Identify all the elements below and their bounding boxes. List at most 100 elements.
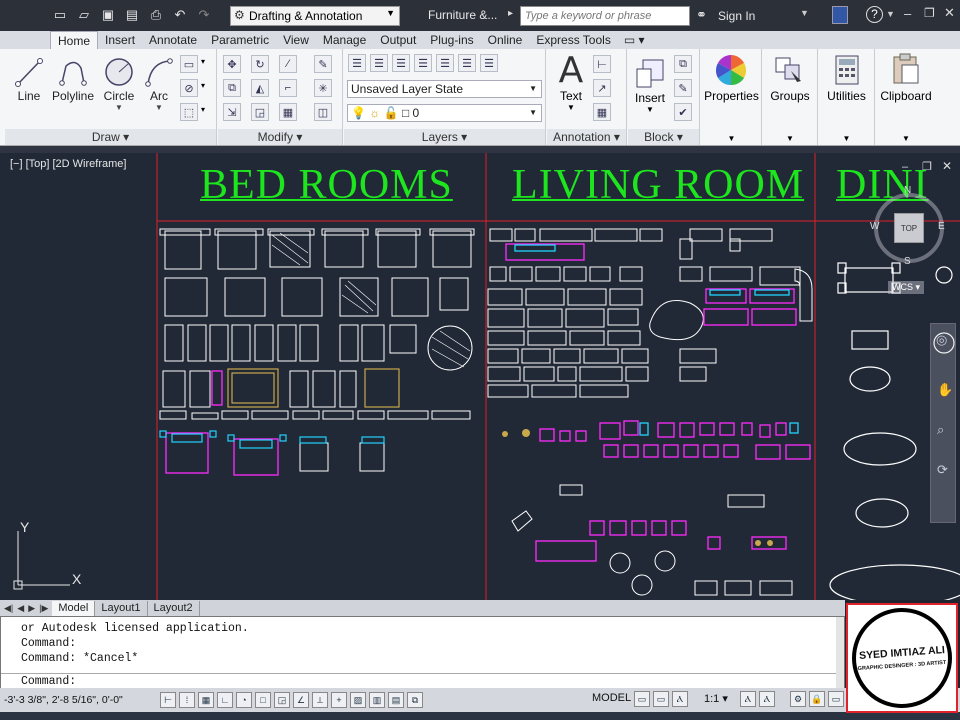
layer-state-select[interactable]: Unsaved Layer State ▼ xyxy=(347,80,542,98)
annotation-panel-title[interactable]: Annotation ▾ xyxy=(547,129,626,145)
explode-icon[interactable]: ✳ xyxy=(314,79,332,97)
pan-icon[interactable]: ✋ xyxy=(937,382,953,398)
move-icon[interactable]: ✥ xyxy=(223,55,241,73)
offset-icon[interactable]: ◫ xyxy=(314,103,332,121)
line-tool[interactable]: Line xyxy=(5,55,53,103)
steering-wheel-icon[interactable]: ◎ xyxy=(936,332,947,348)
polar-icon[interactable]: ◔ xyxy=(236,692,252,708)
mirror-icon[interactable]: ◭ xyxy=(251,79,269,97)
rotate-icon[interactable]: ↻ xyxy=(251,55,269,73)
layer-match-icon[interactable]: ☰ xyxy=(370,54,388,72)
first-layout-icon[interactable]: ◀| xyxy=(4,603,13,614)
copy-icon[interactable]: ⧉ xyxy=(223,79,241,97)
chevron-down-icon[interactable]: ▼ xyxy=(135,103,183,112)
chevron-down-icon[interactable]: ▼ xyxy=(800,8,809,18)
block-panel-title[interactable]: Block ▾ xyxy=(628,129,699,145)
annotation-scale-icon[interactable]: Ⲁ xyxy=(672,691,688,707)
tab-online[interactable]: Online xyxy=(481,31,530,49)
stretch-icon[interactable]: ⇲ xyxy=(223,103,241,121)
tab-insert[interactable]: Insert xyxy=(98,31,142,49)
lineweight-icon[interactable]: ▨ xyxy=(350,692,366,708)
viewcube-top-face[interactable]: TOP xyxy=(894,213,924,243)
chevron-down-icon[interactable]: ▼ xyxy=(886,9,895,19)
command-input[interactable]: Command: xyxy=(1,673,839,689)
clean-screen-icon[interactable]: ▭ xyxy=(828,691,844,707)
tab-home[interactable]: Home xyxy=(50,31,99,49)
layer-isolate-icon[interactable]: ☰ xyxy=(436,54,454,72)
layers-panel-title[interactable]: Layers ▾ xyxy=(344,129,545,145)
hatch-icon[interactable]: ⊘ xyxy=(180,79,198,97)
compass-east[interactable]: E xyxy=(938,221,945,232)
last-layout-icon[interactable]: |▶ xyxy=(39,603,48,614)
close-icon[interactable]: ✕ xyxy=(944,5,955,21)
annotation-scale[interactable]: 1:1 ▾ xyxy=(704,692,728,705)
layer-state-icon[interactable]: ☰ xyxy=(414,54,432,72)
text-tool[interactable]: A Text ▼ xyxy=(553,53,589,113)
tab-manage[interactable]: Manage xyxy=(316,31,373,49)
prev-layout-icon[interactable]: ◀ xyxy=(17,603,24,614)
help-button[interactable]: ? xyxy=(866,6,883,23)
command-scrollbar[interactable] xyxy=(836,617,844,689)
save-icon[interactable]: ▣ xyxy=(98,5,118,25)
compass-west[interactable]: W xyxy=(870,221,879,232)
coordinate-readout[interactable]: -3'-3 3/8", 2'-8 5/16", 0'-0" xyxy=(0,694,160,706)
snap-icon[interactable]: ⁞ xyxy=(179,692,195,708)
tab-view[interactable]: View xyxy=(276,31,316,49)
dimension-icon[interactable]: ⊢ xyxy=(593,55,611,73)
workspace-switcher[interactable]: ⚙ Drafting & Annotation ▼ xyxy=(230,6,400,26)
clipboard-panel[interactable]: Clipboard ▼ xyxy=(876,49,936,145)
ducs-icon[interactable]: ⟂ xyxy=(312,692,328,708)
undo-icon[interactable]: ↶ xyxy=(170,5,190,25)
polyline-tool[interactable]: Polyline xyxy=(47,55,99,103)
layer-previous-icon[interactable]: ☰ xyxy=(392,54,410,72)
next-layout-icon[interactable]: ▶ xyxy=(28,603,35,614)
restore-icon[interactable]: ❐ xyxy=(924,6,935,20)
selection-cycling-icon[interactable]: ⧉ xyxy=(407,692,423,708)
viewport-restore-icon[interactable]: ❐ xyxy=(922,160,932,173)
redo-icon[interactable]: ↷ xyxy=(194,5,214,25)
infer-constraints-icon[interactable]: ⊢ xyxy=(160,692,176,708)
ribbon-minimize-icon[interactable]: ▭ ▾ xyxy=(618,31,651,49)
compass-south[interactable]: S xyxy=(904,256,911,267)
sign-in-button[interactable]: Sign In xyxy=(718,9,755,23)
lock-ui-icon[interactable]: 🔒 xyxy=(809,691,825,707)
compass-north[interactable]: N xyxy=(904,185,911,196)
modify-panel-title[interactable]: Modify ▾ xyxy=(218,129,342,145)
chevron-down-icon[interactable]: ▾ xyxy=(201,81,205,90)
viewport-minimize-icon[interactable]: – xyxy=(902,161,908,173)
workspace-switching-icon[interactable]: ⚙ xyxy=(790,691,806,707)
chevron-down-icon[interactable]: ▾ xyxy=(201,105,205,114)
ortho-icon[interactable]: ∟ xyxy=(217,692,233,708)
tab-model[interactable]: Model xyxy=(52,600,96,616)
leader-icon[interactable]: ↗ xyxy=(593,79,611,97)
quick-properties-icon[interactable]: ▤ xyxy=(388,692,404,708)
utilities-panel[interactable]: Utilities ▼ xyxy=(819,49,875,145)
scale-icon[interactable]: ◲ xyxy=(251,103,269,121)
erase-icon[interactable]: ✎ xyxy=(314,55,332,73)
fillet-icon[interactable]: ⌐ xyxy=(279,79,297,97)
table-icon[interactable]: ▦ xyxy=(593,103,611,121)
viewport-close-icon[interactable]: ✕ xyxy=(942,159,952,173)
search-input[interactable]: Type a keyword or phrase xyxy=(520,6,690,26)
quick-view-layouts-icon[interactable]: ▭ xyxy=(634,691,650,707)
arc-tool[interactable]: Arc ▼ xyxy=(135,55,183,112)
exchange-icon[interactable] xyxy=(832,6,848,24)
edit-block-icon[interactable]: ✎ xyxy=(674,79,692,97)
orbit-icon[interactable]: ⟳ xyxy=(937,462,948,478)
save-as-icon[interactable]: ▤ xyxy=(122,5,142,25)
viewcube[interactable]: TOP xyxy=(874,193,944,263)
tab-parametric[interactable]: Parametric xyxy=(204,31,276,49)
zoom-icon[interactable]: ⌕ xyxy=(937,422,944,438)
osnap-icon[interactable]: □ xyxy=(255,692,271,708)
dyn-icon[interactable]: + xyxy=(331,692,347,708)
tab-express-tools[interactable]: Express Tools xyxy=(529,31,617,49)
rectangle-icon[interactable]: ▭ xyxy=(180,55,198,73)
auto-scale-icon[interactable]: Ⲁ xyxy=(759,691,775,707)
ellipse-icon[interactable]: ⬚ xyxy=(180,103,198,121)
navigation-bar[interactable]: ◎ ✋ ⌕ ⟳ xyxy=(930,323,956,523)
attribute-icon[interactable]: ✔ xyxy=(674,103,692,121)
quick-view-drawings-icon[interactable]: ▭ xyxy=(653,691,669,707)
print-icon[interactable]: ⎙ xyxy=(146,5,166,25)
layer-select[interactable]: 💡 ☼ 🔓 □ 0 ▼ xyxy=(347,104,542,122)
tab-output[interactable]: Output xyxy=(373,31,423,49)
